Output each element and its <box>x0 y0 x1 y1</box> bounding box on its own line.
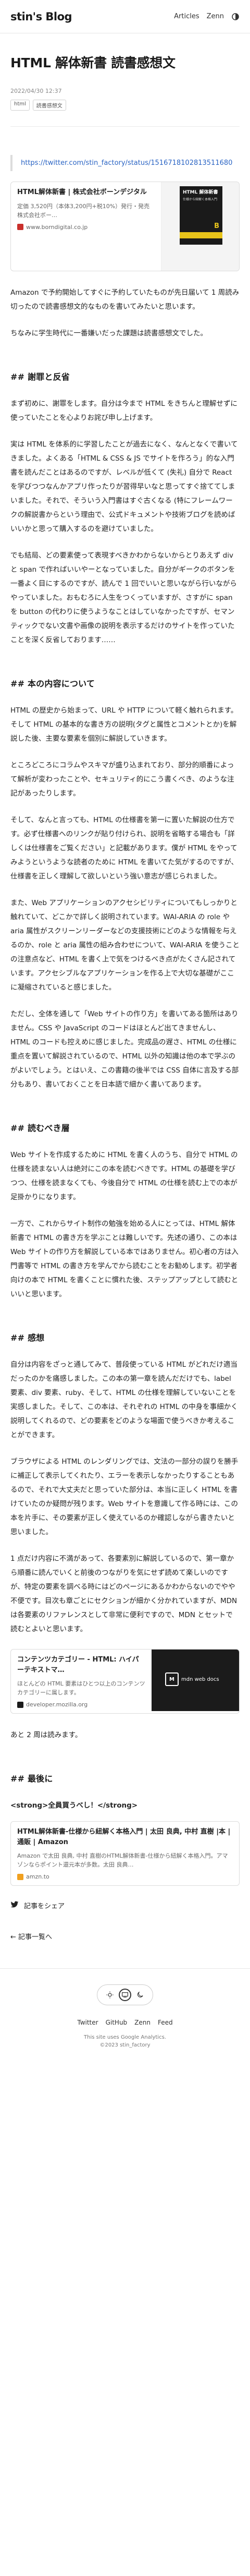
paragraph: Amazon で予約開始してすぐに予約していたものが先日届いて 1 周読み切った… <box>10 288 240 311</box>
tweet-quote: https://twitter.com/stin_factory/status/… <box>10 154 240 172</box>
paragraph: あと 2 周は読みます。 <box>10 1731 82 1740</box>
paragraph: 1 点だけ内容に不満があって、各要素別に解説しているので、第一章から順番に読んで… <box>10 1555 238 1634</box>
cover-subtitle: 仕様から紐解く本格入門 <box>183 197 218 201</box>
card-desc: 定価 3,520円（本体3,200円+税10%）発行・発売 株式会社ボー… <box>17 202 150 219</box>
paragraph: ただし、全体を通して「Web サイトの作り方」を書いてある箇所はありません。CS… <box>10 1010 239 1089</box>
post-date: 2022/04/30 12:37 <box>10 87 62 94</box>
link-card-amazon[interactable]: HTML解体新書-仕様から紐解く本格入門 | 太田 良典, 中村 直樹 |本 |… <box>10 1821 240 1886</box>
mdn-logo-icon: M mdn web docs <box>165 1672 219 1687</box>
section-body: Web サイトを作成するために HTML を書く人のうち、自分で HTML の仕… <box>10 1148 240 1302</box>
section-body: <strong>全員買うべし！</strong> <box>10 1799 240 1813</box>
share-twitter[interactable]: 記事をシェア <box>10 1900 240 1910</box>
paragraph: 実は HTML を体系的に学習したことが過去になく、なんとなくで書いてきました。… <box>10 440 238 534</box>
card-title: コンテンツカテゴリー - HTML: ハイパーテキストマ… <box>17 1656 139 1674</box>
site-header: stin's Blog Articles Zenn <box>0 0 250 33</box>
paragraph: <strong>全員買うべし！</strong> <box>10 1801 138 1810</box>
card-domain: amzn.to <box>17 1873 233 1880</box>
cover-bar <box>180 232 222 239</box>
tag-list: html 読書感想文 <box>10 99 240 111</box>
card-title: HTML解体新書-仕様から紐解く本格入門 | 太田 良典, 中村 直樹 |本 |… <box>17 1828 231 1846</box>
card-body: HTML解体新書-仕様から紐解く本格入門 | 太田 良典, 中村 直樹 |本 |… <box>11 1822 239 1885</box>
favicon-icon <box>17 1701 23 1708</box>
analytics-notice: This site uses Google Analytics. <box>84 2035 166 2041</box>
section-body: あと 2 周は読みます。 <box>10 1728 240 1742</box>
paragraph: ちなみに学生時代に一番嫌いだった課題は読書感想文でした。 <box>10 329 207 338</box>
footer-link-twitter[interactable]: Twitter <box>77 2019 98 2026</box>
section-body: 自分は内容をざっと通してみて、普段使っている HTML がどれだけ適当だったのか… <box>10 1358 240 1636</box>
card-domain-text: www.borndigital.co.jp <box>26 223 88 231</box>
footer-link-feed[interactable]: Feed <box>158 2019 173 2026</box>
intro-text: Amazon で予約開始してすぐに予約していたものが先日届いて 1 周読み切った… <box>10 286 240 341</box>
card-domain-text: developer.mozilla.org <box>26 1701 88 1708</box>
tag-review[interactable]: 読書感想文 <box>32 99 66 111</box>
theme-toggle-icon[interactable] <box>231 13 240 21</box>
paragraph: 自分は内容をざっと通してみて、普段使っている HTML がどれだけ適当だったのか… <box>10 1361 238 1440</box>
paragraph: 一方で、これからサイト制作の勉強を始める人にとっては、HTML 解体新書で HT… <box>10 1220 239 1299</box>
share-label: 記事をシェア <box>24 1903 65 1911</box>
section-heading: ## 読むべき層 <box>10 1123 70 1134</box>
site-footer: Twitter GitHub Zenn Feed This site uses … <box>0 1968 250 2048</box>
card-desc: ほとんどの HTML 要素はひとつ以上のコンテンツカテゴリーに属します。 <box>17 1680 145 1696</box>
footer-links: Twitter GitHub Zenn Feed <box>0 2019 250 2026</box>
mdn-logo-text: mdn web docs <box>181 1676 219 1682</box>
back-to-articles-link[interactable]: ← 記事一覧へ <box>10 1931 240 1941</box>
footer-link-zenn[interactable]: Zenn <box>134 2019 151 2026</box>
section-heading: ## 感想 <box>10 1333 45 1343</box>
nav-zenn[interactable]: Zenn <box>207 13 224 20</box>
card-domain: www.borndigital.co.jp <box>17 224 155 231</box>
system-theme-icon[interactable] <box>118 1989 131 2002</box>
favicon-icon <box>17 1873 23 1880</box>
divider <box>0 1968 250 1969</box>
card-body: コンテンツカテゴリー - HTML: ハイパーテキストマ… ほとんどの HTML… <box>11 1650 152 1713</box>
tweet-link[interactable]: https://twitter.com/stin_factory/status/… <box>21 159 232 167</box>
section-heading: ## 最後に <box>10 1774 53 1784</box>
copyright: ©2023 stin_factory <box>99 2042 151 2049</box>
cover-badge: B <box>214 222 219 231</box>
book-thumbnail: HTML 解体新書 仕様から紐解く本格入門 B <box>161 182 239 271</box>
top-nav: Articles Zenn <box>174 13 240 21</box>
paragraph: ブラウザによる HTML のレンダリングでは、文法の一部分の誤りを勝手に補正して… <box>10 1458 239 1537</box>
nav-articles[interactable]: Articles <box>174 13 199 20</box>
twitter-icon <box>10 1901 19 1910</box>
divider <box>10 126 240 127</box>
book-cover-image: HTML 解体新書 仕様から紐解く本格入門 B <box>180 186 222 245</box>
card-title: HTML解体新書 | 株式会社ボーンデジタル <box>17 188 147 197</box>
paragraph: また、Web アプリケーションのアクセシビリティについてもしっかりと触れていて、… <box>10 899 240 992</box>
cover-title: HTML 解体新書 <box>183 190 218 196</box>
link-card-borndigital[interactable]: HTML解体新書 | 株式会社ボーンデジタル 定価 3,520円（本体3,200… <box>10 182 240 272</box>
card-domain: developer.mozilla.org <box>17 1701 145 1708</box>
card-desc: Amazon で太田 良典, 中村 直樹のHTML解体新書-仕様から紐解く本格入… <box>17 1852 228 1869</box>
link-card-mdn[interactable]: コンテンツカテゴリー - HTML: ハイパーテキストマ… ほとんどの HTML… <box>10 1649 240 1714</box>
sun-icon[interactable] <box>104 1989 116 2001</box>
paragraph: まず初めに、謝罪をします。自分は今まで HTML をきちんと理解せずに使っていた… <box>10 400 238 423</box>
article: HTML 解体新書 読書感想文 2022/04/30 12:37 html 読書… <box>0 54 250 1941</box>
theme-switcher[interactable] <box>97 1984 153 2006</box>
paragraph: ところどころにコラムやスキマが盛り込まれており、部分的順番によって解析が変わった… <box>10 761 234 798</box>
page-title: HTML 解体新書 読書感想文 <box>10 55 176 70</box>
card-body: HTML解体新書 | 株式会社ボーンデジタル 定価 3,520円（本体3,200… <box>11 182 161 271</box>
tag-html[interactable]: html <box>10 99 30 111</box>
site-logo[interactable]: stin's Blog <box>10 10 72 23</box>
card-domain-text: amzn.to <box>26 1873 49 1881</box>
section-body: HTML の歴史から始まって、URL や HTTP について軽く触れられます。そ… <box>10 704 240 1092</box>
paragraph: HTML の歴史から始まって、URL や HTTP について軽く触れられます。そ… <box>10 706 238 743</box>
footer-link-github[interactable]: GitHub <box>106 2019 128 2026</box>
mdn-thumbnail: M mdn web docs <box>152 1650 239 1712</box>
section-heading: ## 本の内容について <box>10 679 95 689</box>
paragraph: そして、なんと言っても、HTML の仕様書を第一に置いた解説の仕方です。必ず仕様… <box>10 816 238 881</box>
section-body: まず初めに、謝罪をします。自分は今まで HTML をきちんと理解せずに使っていた… <box>10 397 240 647</box>
moon-icon[interactable] <box>134 1989 146 2001</box>
section-heading: ## 謝罪と反省 <box>10 372 70 382</box>
paragraph: Web サイトを作成するために HTML を書く人のうち、自分で HTML の仕… <box>10 1151 238 1202</box>
paragraph: でも結局、どの要素使って表現すべきかわからないからとりあえず div と spa… <box>10 551 237 645</box>
favicon-icon <box>17 224 23 231</box>
